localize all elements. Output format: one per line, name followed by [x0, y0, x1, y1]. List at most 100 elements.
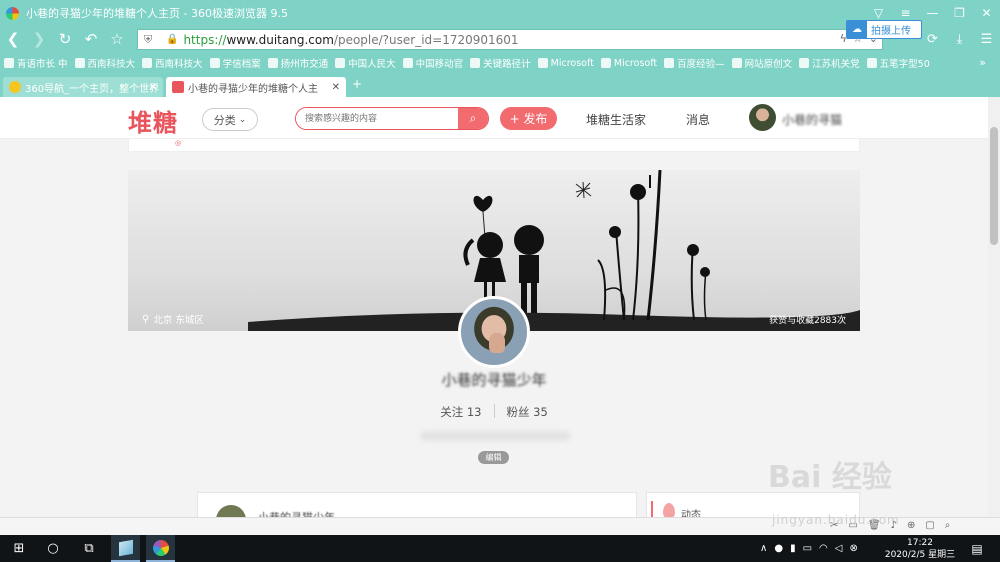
tab-strip: 360导航_一个主页，整个世界 ✕ 小巷的寻猫少年的堆糖个人主 ✕ +: [0, 74, 1000, 97]
bookmark-item[interactable]: 江苏机关党: [799, 56, 860, 70]
bookmark-favicon-icon: [267, 58, 278, 68]
close-icon[interactable]: ✕: [973, 0, 1000, 26]
url-text[interactable]: https://www.duitang.com/people/?user_id=…: [183, 33, 518, 47]
toolbar-right: ⟳ ⤓ ☰: [919, 26, 1000, 52]
bookmark-favicon-icon: [209, 58, 220, 68]
site-logo[interactable]: 堆糖: [128, 103, 178, 138]
category-button[interactable]: 分类 ⌄: [202, 108, 258, 131]
activity-icon: [663, 503, 675, 517]
site-header: 堆糖 分类⌄ ⌕ + 发布 堆糖生活家 消息 小巷的寻猫: [0, 97, 988, 139]
bookmark-favicon-icon: [731, 58, 742, 68]
publish-button[interactable]: + 发布: [500, 107, 557, 130]
baidu-watermark-logo: Bai 经验: [768, 460, 892, 495]
user-avatar[interactable]: [749, 104, 776, 131]
download-icon[interactable]: ⤓: [946, 26, 973, 52]
extensions-icon[interactable]: ☰: [973, 26, 1000, 52]
bookmark-item[interactable]: Microsoft: [537, 58, 594, 69]
following-count[interactable]: 关注 13: [440, 404, 481, 420]
bookmark-favicon-icon: [664, 58, 675, 68]
forward-icon[interactable]: ❯: [26, 26, 52, 52]
taskbar-clock[interactable]: 17:22 2020/2/5 星期三: [884, 537, 956, 561]
tray-network-icon[interactable]: ▮: [790, 543, 796, 554]
profile-avatar[interactable]: [458, 296, 530, 368]
activity-label[interactable]: 动态: [681, 506, 701, 517]
cloud-icon: ☁: [847, 21, 867, 38]
browser-logo-icon: [6, 6, 19, 20]
bookmark-item[interactable]: 扬州市交通: [267, 56, 328, 70]
tab-360-nav[interactable]: 360导航_一个主页，整个世界 ✕: [3, 77, 163, 97]
tab-close-icon[interactable]: ✕: [332, 82, 340, 93]
upload-button[interactable]: ☁ 拍摄上传: [846, 20, 922, 39]
tab-favicon-icon: [172, 81, 184, 93]
task-view-icon[interactable]: ⧉: [78, 535, 100, 562]
minimize-icon[interactable]: —: [919, 0, 946, 26]
bookmark-favicon-icon: [799, 58, 810, 68]
window-icon[interactable]: ▢: [925, 520, 934, 531]
back-icon[interactable]: ❮: [0, 26, 26, 52]
refresh-icon[interactable]: ↻: [52, 26, 78, 52]
bookmark-item[interactable]: 五笔字型50: [866, 56, 930, 70]
bookmark-item[interactable]: 青语市长 中: [4, 56, 68, 70]
baidu-watermark-url: jingyan.baidu.com: [772, 513, 900, 527]
card-username[interactable]: 小巷的寻猫少年: [258, 509, 335, 517]
cortana-icon[interactable]: ○: [42, 535, 64, 562]
window-title: 小巷的寻猫少年的堆糖个人主页 - 360极速浏览器 9.5: [26, 7, 288, 20]
favorite-star-icon[interactable]: ☆: [104, 26, 130, 52]
maximize-icon[interactable]: ❐: [946, 0, 973, 26]
bookmark-favicon-icon: [866, 58, 877, 68]
search-icon[interactable]: ⌕: [458, 108, 488, 129]
nav-messages[interactable]: 消息: [686, 111, 710, 128]
bookmark-item[interactable]: 学信档案: [209, 56, 261, 70]
bookmark-favicon-icon: [537, 58, 548, 68]
follow-stats: 关注 13 粉丝 35: [420, 404, 568, 420]
page-scrollbar[interactable]: [988, 97, 1000, 517]
nav-username[interactable]: 小巷的寻猫: [782, 111, 842, 128]
tray-app-icon[interactable]: ●: [774, 543, 783, 554]
tray-volume-icon[interactable]: ◁: [835, 543, 843, 554]
bookmark-favicon-icon: [402, 58, 413, 68]
tab-close-icon[interactable]: ✕: [149, 82, 157, 93]
bookmark-item[interactable]: 百度经验—: [664, 56, 725, 70]
find-icon[interactable]: ⌕: [945, 520, 951, 531]
followers-count[interactable]: 粉丝 35: [507, 404, 548, 420]
bookmark-item[interactable]: 西南科技大: [142, 56, 203, 70]
system-tray: ∧ ● ▮ ▭ ◠ ◁ ⊗: [760, 535, 858, 562]
taskbar-browser-icon[interactable]: [146, 535, 175, 562]
notification-icon[interactable]: ▤: [966, 535, 988, 562]
scroll-thumb[interactable]: [990, 127, 998, 245]
zoom-icon[interactable]: ⊕: [907, 520, 915, 531]
edit-profile-button[interactable]: 编辑: [478, 451, 509, 464]
tray-wifi-icon[interactable]: ◠: [819, 543, 828, 554]
card-avatar[interactable]: [216, 505, 246, 517]
security-shield-icon[interactable]: ⛨: [144, 33, 160, 47]
new-tab-button[interactable]: +: [352, 77, 362, 91]
windows-taskbar: ⊞ ○ ⧉ ∧ ● ▮ ▭ ◠ ◁ ⊗ 17:22 2020/2/5 星期三 ▤: [0, 535, 1000, 562]
bookmark-item[interactable]: 中国移动官: [402, 56, 463, 70]
nav-life-expert[interactable]: 堆糖生活家: [586, 111, 646, 128]
location-label: ⚲ 北京 东城区: [142, 313, 204, 327]
tray-expand-icon[interactable]: ∧: [760, 543, 767, 554]
chevron-down-icon: ⌄: [238, 114, 247, 125]
profile-name: 小巷的寻猫少年: [441, 371, 547, 389]
bookmarks-more-icon[interactable]: »: [979, 52, 986, 74]
tray-power-icon[interactable]: ▭: [803, 543, 812, 554]
tab-duitang-profile[interactable]: 小巷的寻猫少年的堆糖个人主 ✕: [166, 77, 346, 97]
taskbar-app-icon[interactable]: [111, 535, 140, 562]
tray-close-icon[interactable]: ⊗: [849, 543, 857, 554]
sync-icon[interactable]: ⟳: [919, 26, 946, 52]
bookmark-item[interactable]: 网站原创文: [731, 56, 792, 70]
profile-bio-blurred: [420, 431, 570, 441]
windows-start-icon[interactable]: ⊞: [6, 535, 32, 562]
location-pin-icon: ⚲: [142, 313, 150, 325]
divider: [493, 404, 495, 418]
bookmark-favicon-icon: [335, 58, 346, 68]
feed-card: 小巷的寻猫少年: [197, 492, 637, 517]
likes-stat: 获赞与收藏2883次: [769, 316, 846, 326]
bookmark-item[interactable]: 关键路径计: [470, 56, 531, 70]
undo-close-icon[interactable]: ↶: [78, 26, 104, 52]
url-bar[interactable]: ⛨ 🔒 https://www.duitang.com/people/?user…: [137, 29, 883, 50]
search-input[interactable]: [296, 108, 459, 129]
bookmark-item[interactable]: 中国人民大: [335, 56, 396, 70]
bookmark-item[interactable]: 西南科技大: [74, 56, 135, 70]
bookmark-item[interactable]: Microsoft: [600, 58, 657, 69]
